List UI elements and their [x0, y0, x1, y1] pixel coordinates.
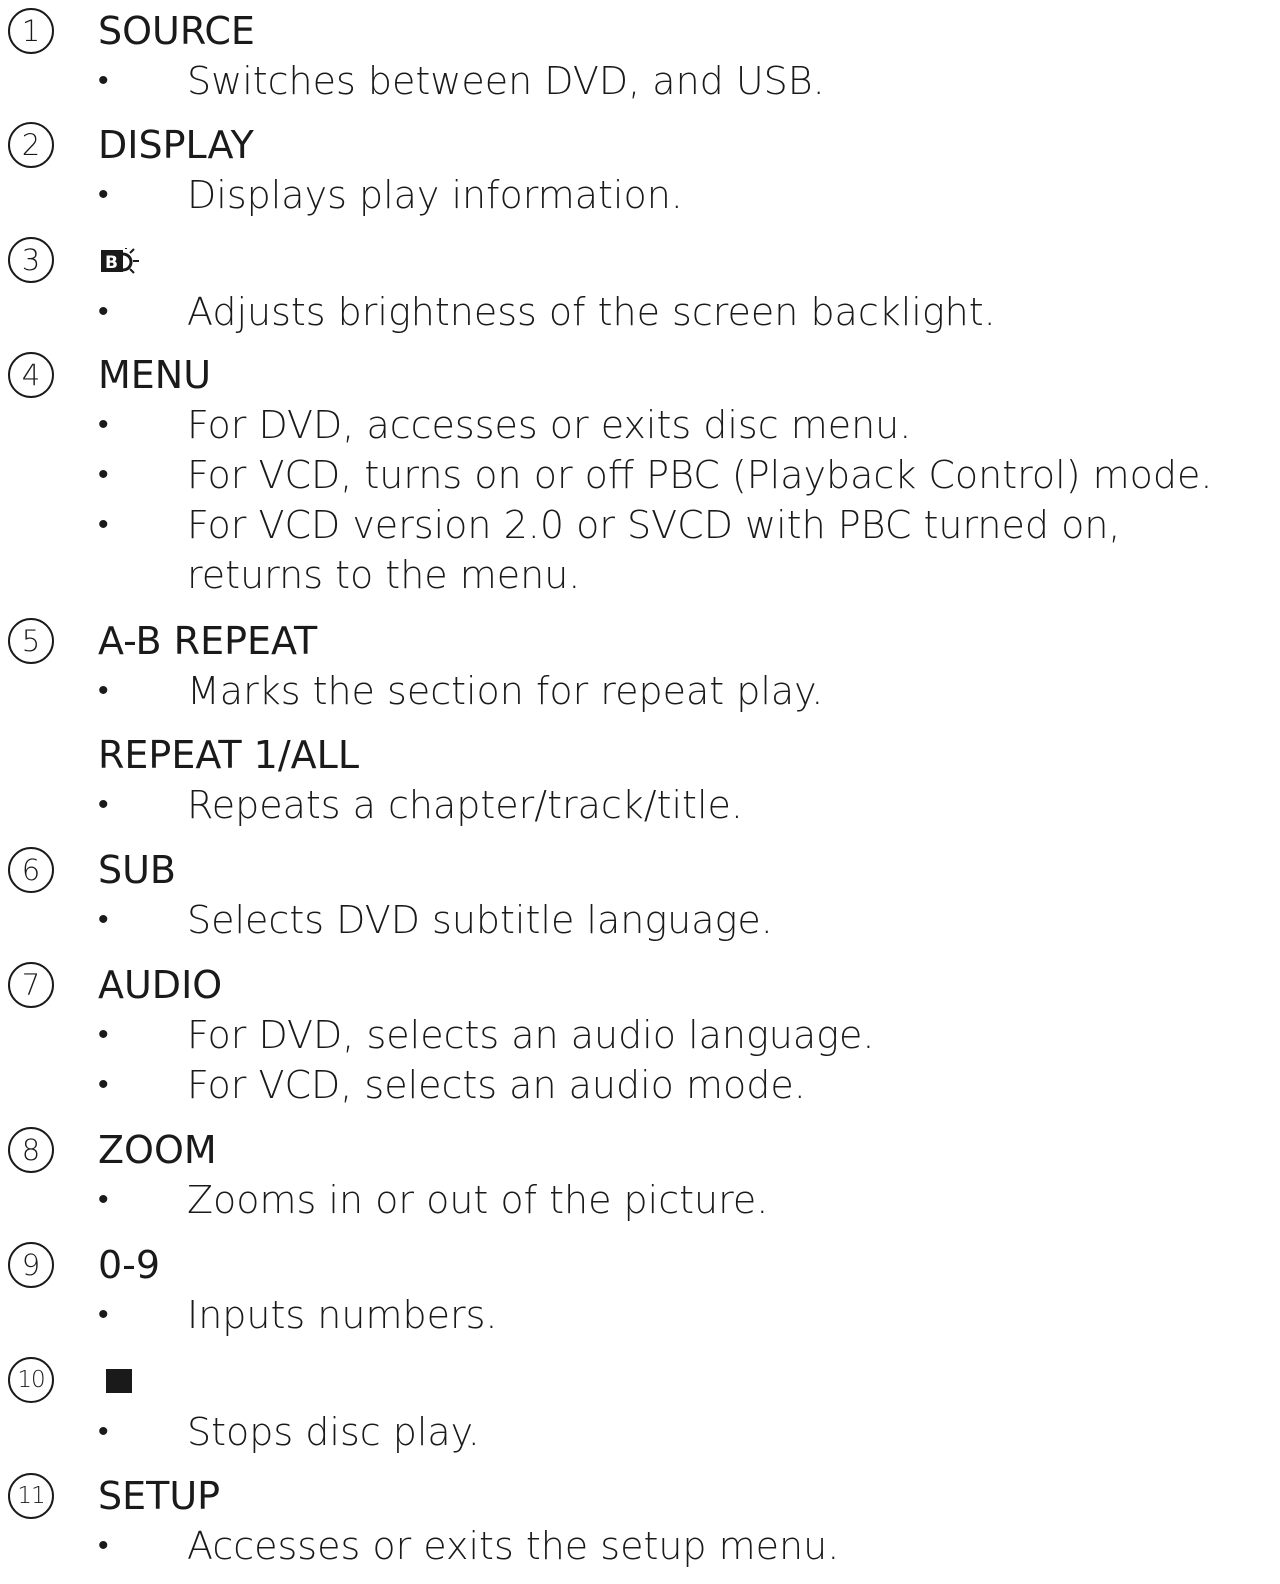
item-number: 7: [8, 962, 54, 1008]
bullet-dot: •: [98, 407, 109, 442]
item-title: SETUP: [98, 1474, 221, 1518]
bullet-dot: •: [98, 457, 109, 492]
bullet-dot: •: [98, 1017, 109, 1052]
item-title: A-B REPEAT: [98, 619, 318, 663]
backlight-letter: B: [105, 253, 118, 273]
item-number: 5: [8, 618, 54, 664]
bullet-dot: •: [98, 1182, 109, 1217]
item-title: SUB: [98, 848, 177, 892]
bullet-dot: •: [98, 1528, 109, 1563]
bullet-text: For VCD version 2.0 or SVCD with PBC tur…: [187, 503, 1121, 597]
bullet-text: For VCD, turns on or off PBC (Playback C…: [187, 453, 1213, 497]
item-title: SOURCE: [98, 9, 255, 53]
bullet-dot: •: [98, 507, 109, 542]
bullet-text: For VCD, selects an audio mode.: [187, 1063, 806, 1107]
bullet-dot: •: [98, 1297, 109, 1332]
item-number: 6: [8, 847, 54, 893]
bullet-dot: •: [98, 1414, 109, 1449]
item-subtitle: REPEAT 1/ALL: [98, 733, 359, 777]
bullet-dot: •: [98, 177, 109, 212]
item-title: AUDIO: [98, 963, 223, 1007]
item-title: ZOOM: [98, 1128, 217, 1172]
bullet-text: Displays play information.: [187, 173, 683, 217]
bullet-dot: •: [98, 673, 109, 708]
bullet-text: Adjusts brightness of the screen backlig…: [187, 290, 996, 334]
bullet-text: For DVD, selects an audio language.: [187, 1013, 875, 1057]
bullet-text: Zooms in or out of the picture.: [187, 1178, 769, 1222]
bullet-dot: •: [98, 1067, 109, 1102]
bullet-text: Inputs numbers.: [187, 1293, 498, 1337]
item-number: 1: [8, 8, 54, 54]
item-number: 4: [8, 352, 54, 398]
item-number: 8: [8, 1127, 54, 1173]
item-number: 9: [8, 1242, 54, 1288]
item-number: 11: [8, 1473, 54, 1519]
item-number: 2: [8, 122, 54, 168]
manual-page: 1 SOURCE • Switches between DVD, and USB…: [0, 0, 1280, 1584]
bullet-text: Selects DVD subtitle language.: [187, 898, 773, 942]
stop-icon: [106, 1369, 132, 1393]
item-title: MENU: [98, 353, 212, 397]
item-number: 3: [8, 237, 54, 283]
bullet-dot: •: [98, 902, 109, 937]
item-number: 10: [8, 1357, 54, 1403]
bullet-text: Stops disc play.: [187, 1410, 480, 1454]
bullet-text: Switches between DVD, and USB.: [187, 59, 825, 103]
bullet-text: For DVD, accesses or exits disc menu.: [187, 403, 912, 447]
backlight-brightness-icon: B: [101, 248, 139, 274]
item-title: 0-9: [98, 1243, 161, 1287]
bullet-dot: •: [98, 294, 109, 329]
bullet-dot: •: [98, 63, 109, 98]
bullet-dot: •: [98, 787, 109, 822]
bullet-text: Marks the section for repeat play.: [187, 669, 824, 713]
bullet-text: Repeats a chapter/track/title.: [187, 783, 743, 827]
item-title: DISPLAY: [98, 123, 254, 167]
bullet-text: Accesses or exits the setup menu.: [187, 1524, 840, 1568]
